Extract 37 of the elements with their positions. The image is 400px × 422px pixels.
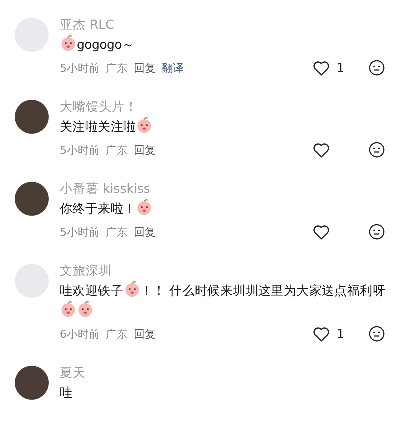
region-text: 广东 (106, 60, 128, 76)
emoji-icon (60, 301, 77, 318)
neutral-face-icon[interactable] (368, 223, 386, 241)
heart-icon[interactable] (312, 324, 331, 344)
time-text: 5小时前 (60, 142, 100, 158)
avatar-image[interactable] (15, 100, 49, 134)
neutral-face-icon[interactable] (368, 59, 386, 77)
emoji-icon (136, 117, 154, 134)
avatar-image[interactable] (15, 366, 49, 400)
heart-icon[interactable] (312, 222, 331, 242)
time-text: 5小时前 (60, 224, 100, 240)
emoji-icon (77, 301, 94, 318)
comment-text: 你终于来啦！ (60, 199, 386, 219)
avatar-image[interactable] (15, 182, 49, 216)
translate-link[interactable]: 翻译 (162, 60, 184, 76)
comment-text: 关注啦关注啦 (60, 117, 386, 137)
reply-link[interactable]: 回复 (134, 142, 156, 158)
reply-link[interactable]: 回复 (134, 326, 156, 342)
comment-text: 哇欢迎铁子 ！！ 什么时候来圳圳这里为大家送点福利呀 (60, 281, 386, 321)
region-text: 广东 (106, 224, 128, 240)
region-text: 广东 (106, 142, 128, 158)
emoji-icon (124, 281, 141, 298)
emoji-icon (136, 199, 154, 216)
region-text: 广东 (106, 326, 128, 342)
reply-link[interactable]: 回复 (134, 60, 156, 76)
like-count: 1 (337, 61, 345, 75)
heart-icon[interactable] (312, 58, 331, 78)
time-text: 6小时前 (60, 326, 100, 342)
time-text: 5小时前 (60, 60, 100, 76)
reply-link[interactable]: 回复 (134, 224, 156, 240)
neutral-face-icon[interactable] (368, 141, 386, 159)
comment-text: gogogo～ (60, 35, 386, 55)
comment-text: 哇 (60, 384, 74, 402)
emoji-icon (60, 35, 77, 52)
heart-icon[interactable] (312, 140, 331, 160)
like-count: 1 (337, 327, 345, 341)
neutral-face-icon[interactable] (368, 325, 386, 343)
